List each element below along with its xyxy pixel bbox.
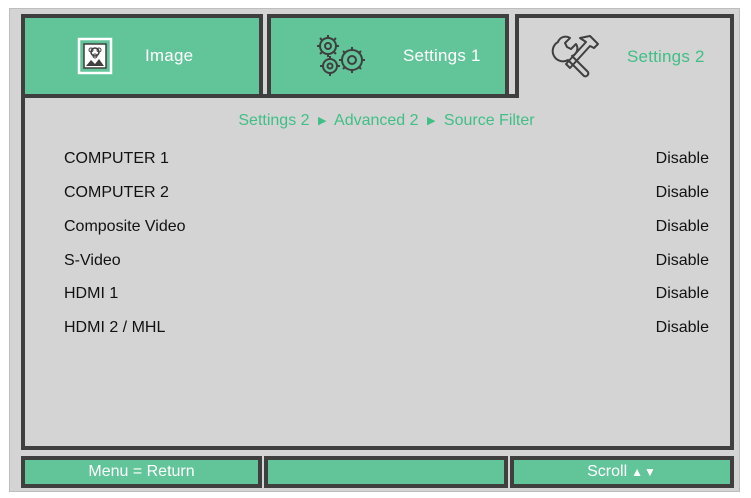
row-value[interactable]: Disable: [656, 285, 709, 303]
footer-menu-return-label: Menu = Return: [88, 463, 195, 480]
row-value[interactable]: Disable: [656, 184, 709, 202]
tab-settings-2-label: Settings 2: [627, 47, 705, 66]
scroll-arrows-icon: ▲▼: [631, 465, 657, 479]
row-label: COMPUTER 1: [64, 150, 169, 167]
footer-scroll[interactable]: Scroll ▲▼: [510, 456, 734, 488]
tab-image[interactable]: Image: [21, 14, 263, 98]
tools-icon: [549, 32, 605, 82]
footer-scroll-label: Scroll: [587, 463, 628, 480]
tab-settings-2[interactable]: Settings 2: [515, 14, 734, 110]
footer-menu-return[interactable]: Menu = Return: [21, 456, 262, 488]
row-label: S-Video: [64, 252, 121, 269]
list-item-composite-video[interactable]: Composite Video Disable: [64, 215, 709, 239]
breadcrumb-advanced-2: Advanced 2: [334, 112, 419, 129]
row-label: HDMI 2 / MHL: [64, 319, 166, 336]
list-item-computer-2[interactable]: COMPUTER 2 Disable: [64, 181, 709, 205]
breadcrumb-arrow-icon: ▶: [426, 115, 436, 127]
breadcrumb-arrow-icon: ▶: [317, 115, 327, 127]
row-label: COMPUTER 2: [64, 184, 169, 201]
list-item-computer-1[interactable]: COMPUTER 1 Disable: [64, 147, 709, 171]
tab-settings-1[interactable]: Settings 1: [267, 14, 509, 98]
row-value[interactable]: Disable: [656, 150, 709, 168]
tab-image-label: Image: [145, 46, 194, 65]
row-label: Composite Video: [64, 218, 186, 235]
breadcrumb-source-filter: Source Filter: [443, 112, 535, 129]
image-icon: [75, 34, 115, 78]
row-label: HDMI 1: [64, 285, 119, 302]
row-value[interactable]: Disable: [656, 319, 709, 337]
tab-settings-1-label: Settings 1: [403, 46, 481, 65]
list-item-hdmi-2-mhl[interactable]: HDMI 2 / MHL Disable: [64, 316, 709, 340]
footer-middle: [264, 456, 508, 488]
row-value[interactable]: Disable: [656, 218, 709, 236]
gears-icon: [311, 32, 371, 80]
breadcrumb: Settings 2 ▶ Advanced 2 ▶ Source Filter: [0, 112, 751, 130]
list-item-hdmi-1[interactable]: HDMI 1 Disable: [64, 282, 709, 306]
breadcrumb-settings-2: Settings 2: [238, 112, 310, 129]
list-item-s-video[interactable]: S-Video Disable: [64, 249, 709, 273]
row-value[interactable]: Disable: [656, 252, 709, 270]
